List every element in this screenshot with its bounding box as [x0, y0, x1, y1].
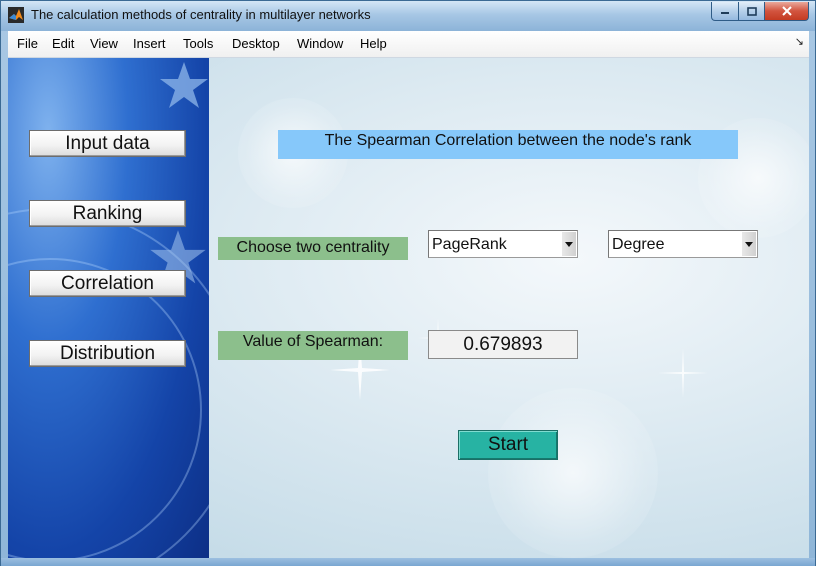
- app-window: The calculation methods of centrality in…: [0, 0, 816, 566]
- star-icon: [160, 62, 208, 108]
- minimize-button[interactable]: [711, 2, 739, 21]
- minimize-icon: [721, 12, 729, 14]
- bokeh-decoration: [488, 388, 658, 558]
- method-select-1-value: PageRank: [432, 236, 507, 253]
- menu-insert[interactable]: Insert: [133, 36, 166, 51]
- chevron-down-icon[interactable]: [562, 232, 576, 256]
- menu-edit[interactable]: Edit: [52, 36, 74, 51]
- close-icon: [781, 6, 792, 16]
- menu-view[interactable]: View: [90, 36, 118, 51]
- title-bar[interactable]: The calculation methods of centrality in…: [1, 1, 815, 31]
- menu-help[interactable]: Help: [360, 36, 387, 51]
- input-data-button[interactable]: Input data: [29, 130, 186, 157]
- menu-file[interactable]: File: [17, 36, 38, 51]
- method-select-1[interactable]: PageRank: [428, 230, 578, 258]
- panel-heading: The Spearman Correlation between the nod…: [278, 130, 738, 159]
- correlation-button[interactable]: Correlation: [29, 270, 186, 297]
- maximize-button[interactable]: [739, 2, 765, 21]
- window-title: The calculation methods of centrality in…: [31, 7, 371, 22]
- start-button[interactable]: Start: [458, 430, 558, 460]
- matlab-icon: [8, 7, 24, 23]
- window-controls: [711, 2, 809, 21]
- menu-bar: File Edit View Insert Tools Desktop Wind…: [8, 31, 809, 58]
- menu-window[interactable]: Window: [297, 36, 343, 51]
- spearman-value-display: 0.679893: [428, 330, 578, 359]
- sidebar: Input data Ranking Correlation Distribut…: [8, 58, 209, 558]
- dock-arrow-icon[interactable]: ↘: [795, 35, 804, 48]
- menu-tools[interactable]: Tools: [183, 36, 213, 51]
- window-bottom-border: [1, 558, 815, 566]
- method-select-2[interactable]: Degree: [608, 230, 758, 258]
- maximize-icon: [746, 6, 757, 16]
- choose-methods-label: Choose two centrality methods:: [218, 237, 408, 260]
- method-select-2-value: Degree: [612, 236, 665, 253]
- sparkle-icon: [658, 348, 708, 398]
- menu-desktop[interactable]: Desktop: [232, 36, 280, 51]
- chevron-down-icon[interactable]: [742, 232, 756, 256]
- ranking-button[interactable]: Ranking: [29, 200, 186, 227]
- figure-content: Input data Ranking Correlation Distribut…: [8, 58, 809, 558]
- distribution-button[interactable]: Distribution: [29, 340, 186, 367]
- close-button[interactable]: [765, 2, 809, 21]
- spearman-value-label: Value of Spearman:: [218, 331, 408, 360]
